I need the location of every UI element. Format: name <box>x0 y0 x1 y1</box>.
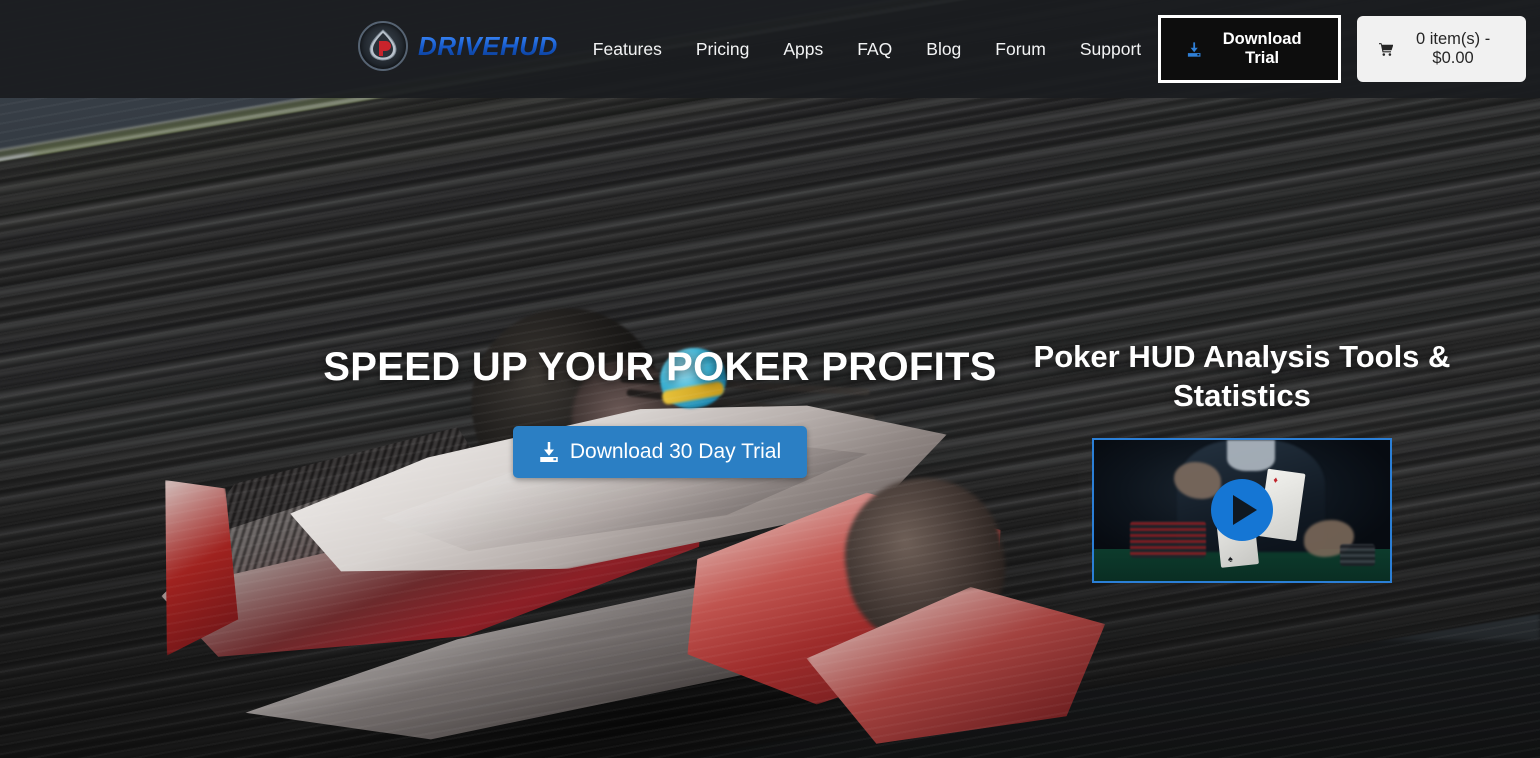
hero-headline: SPEED UP YOUR POKER PROFITS <box>323 345 997 389</box>
header-actions: Download Trial 0 item(s) - $0.00 <box>1158 15 1530 83</box>
page-root: DRIVEHUD Features Pricing Apps FAQ Blog … <box>0 0 1540 758</box>
nav-item-features[interactable]: Features <box>576 29 679 70</box>
download-30-day-trial-label: Download 30 Day Trial <box>569 439 782 463</box>
nav-item-forum[interactable]: Forum <box>978 29 1063 70</box>
site-header: DRIVEHUD Features Pricing Apps FAQ Blog … <box>0 0 1540 98</box>
hero-section: SPEED UP YOUR POKER PROFITS Download 30 … <box>0 98 1540 758</box>
player-shirt <box>1227 439 1275 471</box>
download-icon <box>1188 41 1201 57</box>
download-trial-button[interactable]: Download Trial <box>1158 15 1341 83</box>
download-30-day-trial-button[interactable]: Download 30 Day Trial <box>512 425 808 478</box>
shopping-cart-icon <box>1378 42 1394 56</box>
promo-video-thumbnail[interactable] <box>1092 437 1392 583</box>
main-navigation: Features Pricing Apps FAQ Blog Forum Sup… <box>576 29 1158 70</box>
poker-chip-stack-secondary <box>1339 543 1376 567</box>
brand-wordmark: DRIVEHUD <box>418 31 558 61</box>
spade-glyph <box>369 29 397 61</box>
download-icon <box>540 441 558 462</box>
play-triangle-icon <box>1233 495 1257 525</box>
cart-button[interactable]: 0 item(s) - $0.00 <box>1356 16 1526 82</box>
nav-item-blog[interactable]: Blog <box>909 29 978 70</box>
hero-subheadline: Poker HUD Analysis Tools & Statistics <box>1033 339 1451 413</box>
hero-right-column: Poker HUD Analysis Tools & Statistics <box>1002 338 1482 583</box>
poker-chip-stack <box>1129 521 1207 558</box>
brand-logo-link[interactable]: DRIVEHUD <box>358 21 558 71</box>
nav-item-apps[interactable]: Apps <box>766 29 840 70</box>
cart-label: 0 item(s) - $0.00 <box>1415 30 1491 67</box>
download-trial-label: Download Trial <box>1222 30 1302 67</box>
nav-item-support[interactable]: Support <box>1063 29 1158 70</box>
nav-item-faq[interactable]: FAQ <box>840 29 909 70</box>
hero-left-column: SPEED UP YOUR POKER PROFITS Download 30 … <box>290 343 1030 478</box>
video-play-button[interactable] <box>1211 479 1273 541</box>
nav-item-pricing[interactable]: Pricing <box>679 29 767 70</box>
drivehud-spade-logo-icon <box>358 21 408 71</box>
